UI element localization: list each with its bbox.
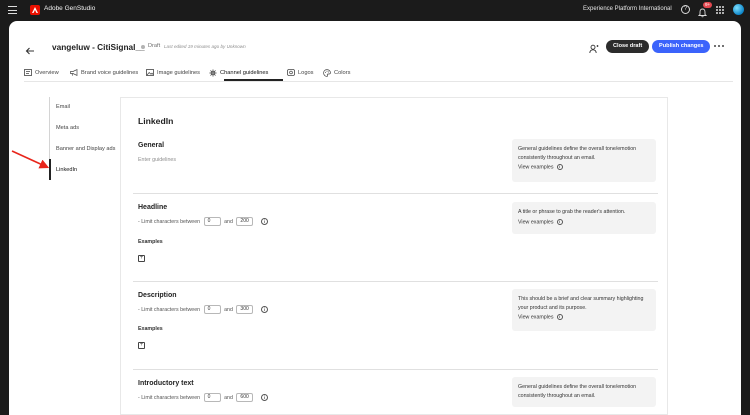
add-example-icon[interactable]: + [138,342,145,349]
nav-item-banner-display-ads[interactable]: Banner and Display ads [56,146,115,152]
page-title: vangeluw - CitiSignal__ [52,42,145,52]
min-characters-input[interactable]: 0 [203,217,221,226]
limit-prefix: - Limit characters between [138,306,201,313]
last-edited-text: Last edited 19 minutes ago by Unknown [164,44,246,49]
view-examples-label: View examples [518,314,554,321]
info-icon[interactable]: i [260,218,268,225]
info-icon[interactable]: i [260,306,268,313]
nav-item-email[interactable]: Email [56,104,70,110]
close-draft-button[interactable]: Close draft [606,40,650,53]
section-title: Description [138,292,177,299]
max-characters-input[interactable]: 300 [236,305,254,314]
tab-label: Logos [298,70,314,76]
info-icon: i [556,314,563,320]
info-icon[interactable]: i [260,394,268,401]
tab-brand-voice[interactable]: Brand voice guidelines [70,68,150,81]
channel-title: LinkedIn [138,116,174,126]
app-switcher-grid-icon[interactable] [716,6,724,14]
main-panel: vangeluw - CitiSignal__ Draft Last edite… [9,21,741,415]
overview-icon [24,69,32,76]
view-examples-label: View examples [518,164,554,171]
info-icon: i [556,218,563,225]
view-examples-link[interactable]: View examples i [518,218,650,225]
more-options-icon[interactable] [714,45,724,48]
and-label: and [224,306,233,313]
help-box: General guidelines define the overall to… [512,377,656,407]
status-label: Draft [148,43,161,49]
examples-label: Examples [138,326,163,332]
min-characters-input[interactable]: 0 [203,305,221,314]
tab-logos[interactable]: Logos [287,68,319,81]
tab-label: Channel guidelines [220,70,269,76]
logo-icon [287,69,295,76]
view-examples-label: View examples [518,218,554,225]
max-characters-input[interactable]: 600 [236,393,254,402]
tab-image-guidelines[interactable]: Image guidelines [146,68,216,81]
general-guidelines-input[interactable]: Enter guidelines [138,157,176,163]
add-example-icon[interactable]: + [138,255,145,262]
tabs-divider [24,81,733,82]
user-avatar[interactable] [733,4,744,15]
view-examples-link[interactable]: View examples i [518,164,650,170]
help-box: General guidelines define the overall to… [512,139,656,182]
section-title: General [138,142,165,149]
tab-colors[interactable]: Colors [323,68,358,81]
help-box: This should be a brief and clear summary… [512,289,656,331]
tab-label: Image guidelines [157,70,201,76]
tab-overview[interactable]: Overview [24,68,69,81]
nav-active-indicator [49,159,51,180]
examples-label: Examples [138,239,163,245]
tab-label: Brand voice guidelines [81,70,139,76]
and-label: and [224,394,233,401]
channel-guidelines-card: LinkedIn General Enter guidelines Genera… [120,97,668,415]
tab-label: Colors [334,70,351,76]
nav-item-meta-ads[interactable]: Meta ads [56,125,79,131]
help-icon[interactable]: ? [681,5,690,14]
max-characters-input[interactable]: 200 [236,217,254,226]
info-icon: i [556,164,563,170]
org-switcher[interactable]: Experience Platform International [583,6,672,12]
introductory-text-section: Introductory text - Limit characters bet… [133,371,658,415]
tab-label: Overview [35,70,59,76]
limit-prefix: - Limit characters between [138,218,201,225]
section-title: Introductory text [138,380,194,387]
view-examples-link[interactable]: View examples i [518,314,650,320]
image-icon [146,69,154,76]
hamburger-menu-icon[interactable] [8,6,17,14]
help-text: A title or phrase to grab the reader's a… [518,209,626,215]
global-top-bar: Adobe GenStudio Experience Platform Inte… [0,0,750,21]
character-limit-row: - Limit characters between 0 and 600 i [138,393,268,402]
section-title: Headline [138,204,168,211]
help-box: A title or phrase to grab the reader's a… [512,202,656,234]
status-dot [141,45,145,49]
nav-item-linkedin[interactable]: LinkedIn [56,167,77,173]
share-user-icon[interactable] [589,41,599,54]
general-section: General Enter guidelines General guideli… [133,138,658,194]
channel-icon [209,69,217,77]
and-label: and [224,218,233,225]
palette-icon [323,69,331,77]
character-limit-row: - Limit characters between 0 and 200 i [138,217,268,226]
min-characters-input[interactable]: 0 [203,393,221,402]
publish-changes-button[interactable]: Publish changes [652,40,711,53]
description-section: Description - Limit characters between 0… [133,283,658,370]
back-arrow-icon[interactable] [25,42,35,55]
headline-section: Headline - Limit characters between 0 an… [133,195,658,282]
app-name[interactable]: Adobe GenStudio [44,5,95,12]
limit-prefix: - Limit characters between [138,394,201,401]
help-text: This should be a brief and clear summary… [518,296,644,311]
help-text: General guidelines define the overall to… [518,146,637,161]
notification-badge: 9+ [703,2,713,8]
help-text: General guidelines define the overall to… [518,384,637,399]
megaphone-icon [70,69,78,76]
adobe-logo-icon[interactable] [30,5,40,15]
character-limit-row: - Limit characters between 0 and 300 i [138,305,268,314]
